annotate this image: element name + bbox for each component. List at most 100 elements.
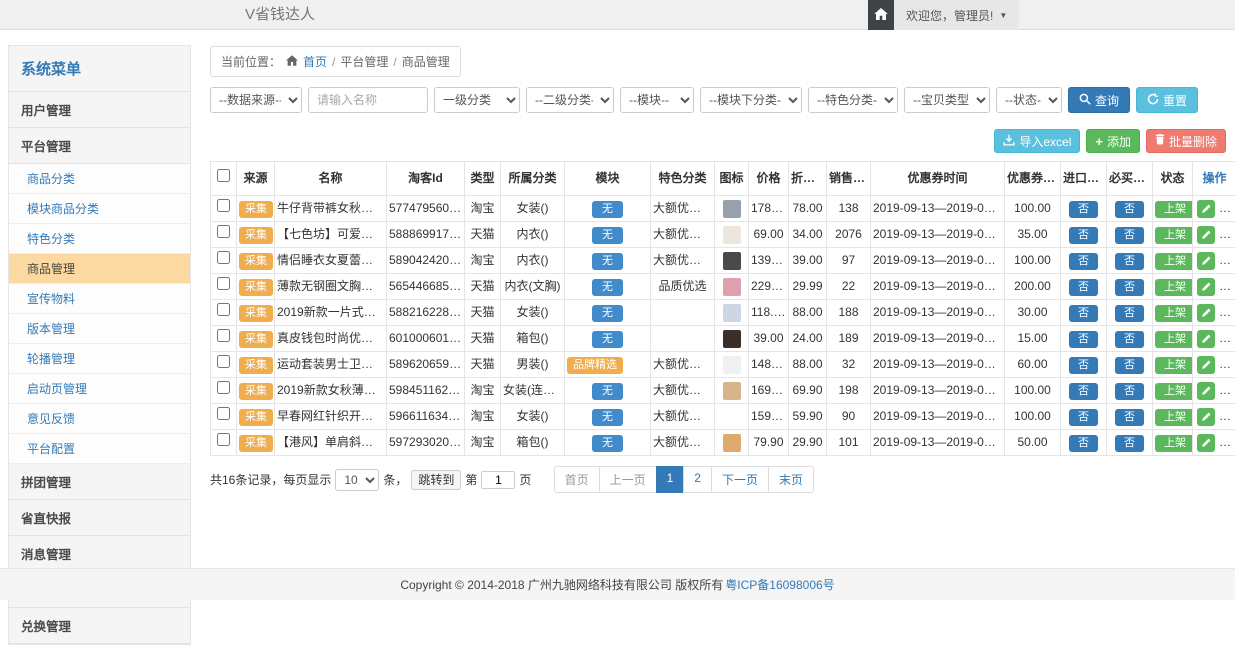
sidebar-item[interactable]: 平台管理 — [9, 128, 190, 164]
must-buy-toggle[interactable]: 否 — [1115, 305, 1144, 322]
status-toggle[interactable]: 上架 — [1155, 383, 1193, 400]
sidebar-item[interactable]: 拼团管理 — [9, 464, 190, 500]
row-checkbox[interactable] — [217, 381, 230, 394]
module-badge[interactable]: 无 — [592, 383, 623, 400]
level2-category-select[interactable]: --二级分类-- — [526, 87, 614, 113]
module-subcategory-select[interactable]: --模块下分类-- — [700, 87, 802, 113]
import-select-toggle[interactable]: 否 — [1069, 305, 1098, 322]
status-toggle[interactable]: 上架 — [1155, 357, 1193, 374]
item-type-select[interactable]: --宝贝类型-- — [904, 87, 990, 113]
must-buy-toggle[interactable]: 否 — [1115, 227, 1144, 244]
must-buy-toggle[interactable]: 否 — [1115, 435, 1144, 452]
pager-item[interactable]: 上一页 — [599, 466, 657, 493]
edit-icon[interactable] — [1197, 278, 1215, 296]
import-select-toggle[interactable]: 否 — [1069, 435, 1098, 452]
sidebar-item[interactable]: 模块商品分类 — [9, 194, 190, 224]
import-select-toggle[interactable]: 否 — [1069, 331, 1098, 348]
user-menu[interactable]: 欢迎您，管理员! ▼ — [894, 0, 1019, 30]
add-button[interactable]: + 添加 — [1086, 129, 1140, 153]
import-select-toggle[interactable]: 否 — [1069, 227, 1098, 244]
sidebar-item[interactable]: 意见反馈 — [9, 404, 190, 434]
sidebar-item[interactable]: 省直快报 — [9, 500, 190, 536]
row-checkbox[interactable] — [217, 303, 230, 316]
source-select[interactable]: --数据来源-- — [210, 87, 302, 113]
import-select-toggle[interactable]: 否 — [1069, 383, 1098, 400]
must-buy-toggle[interactable]: 否 — [1115, 279, 1144, 296]
batch-delete-button[interactable]: 批量删除 — [1146, 129, 1226, 153]
sidebar-item-active[interactable]: 商品管理 — [9, 254, 190, 284]
module-badge[interactable]: 无 — [592, 409, 623, 426]
sidebar-item[interactable]: 消息管理 — [9, 536, 190, 572]
module-badge[interactable]: 无 — [592, 279, 623, 296]
status-toggle[interactable]: 上架 — [1155, 331, 1193, 348]
row-checkbox[interactable] — [217, 329, 230, 342]
reset-button[interactable]: 重置 — [1136, 87, 1198, 113]
status-toggle[interactable]: 上架 — [1155, 201, 1193, 218]
status-toggle[interactable]: 上架 — [1155, 253, 1193, 270]
row-checkbox[interactable] — [217, 407, 230, 420]
name-search-input[interactable] — [308, 87, 428, 113]
edit-icon[interactable] — [1197, 382, 1215, 400]
level1-category-select[interactable]: 一级分类 — [434, 87, 520, 113]
edit-icon[interactable] — [1197, 330, 1215, 348]
sidebar-item[interactable]: 版本管理 — [9, 314, 190, 344]
import-select-toggle[interactable]: 否 — [1069, 253, 1098, 270]
edit-icon[interactable] — [1197, 200, 1215, 218]
module-badge[interactable]: 无 — [592, 227, 623, 244]
pager-item[interactable]: 首页 — [554, 466, 600, 493]
must-buy-toggle[interactable]: 否 — [1115, 201, 1144, 218]
sidebar-item[interactable]: 用户管理 — [9, 92, 190, 128]
breadcrumb-home-link[interactable]: 首页 — [303, 53, 327, 70]
icp-link[interactable]: 粤ICP备16098006号 — [725, 576, 834, 593]
sidebar-item[interactable]: 轮播管理 — [9, 344, 190, 374]
must-buy-toggle[interactable]: 否 — [1115, 383, 1144, 400]
sidebar-item[interactable]: 平台配置 — [9, 434, 190, 464]
must-buy-toggle[interactable]: 否 — [1115, 253, 1144, 270]
jump-button[interactable]: 跳转到 — [411, 470, 461, 490]
status-select[interactable]: --状态-- — [996, 87, 1062, 113]
status-toggle[interactable]: 上架 — [1155, 435, 1193, 452]
select-all-checkbox[interactable] — [217, 169, 230, 182]
must-buy-toggle[interactable]: 否 — [1115, 409, 1144, 426]
row-checkbox[interactable] — [217, 277, 230, 290]
import-select-toggle[interactable]: 否 — [1069, 357, 1098, 374]
sidebar-item[interactable]: 兑换管理 — [9, 608, 190, 644]
module-select[interactable]: --模块-- — [620, 87, 694, 113]
row-checkbox[interactable] — [217, 433, 230, 446]
row-checkbox[interactable] — [217, 355, 230, 368]
sidebar-item[interactable]: 启动页管理 — [9, 374, 190, 404]
module-badge[interactable]: 无 — [592, 201, 623, 218]
sidebar-item[interactable]: 特色分类 — [9, 224, 190, 254]
pager-item[interactable]: 末页 — [768, 466, 814, 493]
status-toggle[interactable]: 上架 — [1155, 409, 1193, 426]
edit-icon[interactable] — [1197, 356, 1215, 374]
row-checkbox[interactable] — [217, 251, 230, 264]
row-checkbox[interactable] — [217, 225, 230, 238]
import-select-toggle[interactable]: 否 — [1069, 279, 1098, 296]
status-toggle[interactable]: 上架 — [1155, 279, 1193, 296]
module-badge[interactable]: 无 — [592, 435, 623, 452]
must-buy-toggle[interactable]: 否 — [1115, 357, 1144, 374]
edit-icon[interactable] — [1197, 304, 1215, 322]
status-toggle[interactable]: 上架 — [1155, 305, 1193, 322]
edit-icon[interactable] — [1197, 434, 1215, 452]
edit-icon[interactable] — [1197, 408, 1215, 426]
sidebar-item[interactable]: 宣传物料 — [9, 284, 190, 314]
sidebar-item[interactable]: 商品分类 — [9, 164, 190, 194]
per-page-select[interactable]: 10 — [335, 469, 379, 491]
import-select-toggle[interactable]: 否 — [1069, 409, 1098, 426]
pager-item[interactable]: 下一页 — [711, 466, 769, 493]
pager-item[interactable]: 1 — [656, 466, 685, 493]
edit-icon[interactable] — [1197, 252, 1215, 270]
module-badge[interactable]: 品牌精选 — [567, 357, 623, 374]
module-badge[interactable]: 无 — [592, 253, 623, 270]
must-buy-toggle[interactable]: 否 — [1115, 331, 1144, 348]
import-select-toggle[interactable]: 否 — [1069, 201, 1098, 218]
import-excel-button[interactable]: 导入excel — [994, 129, 1080, 153]
feature-category-select[interactable]: --特色分类-- — [808, 87, 898, 113]
jump-page-input[interactable] — [481, 471, 515, 489]
status-toggle[interactable]: 上架 — [1155, 227, 1193, 244]
row-checkbox[interactable] — [217, 199, 230, 212]
pager-item[interactable]: 2 — [683, 466, 712, 493]
search-button[interactable]: 查询 — [1068, 87, 1130, 113]
